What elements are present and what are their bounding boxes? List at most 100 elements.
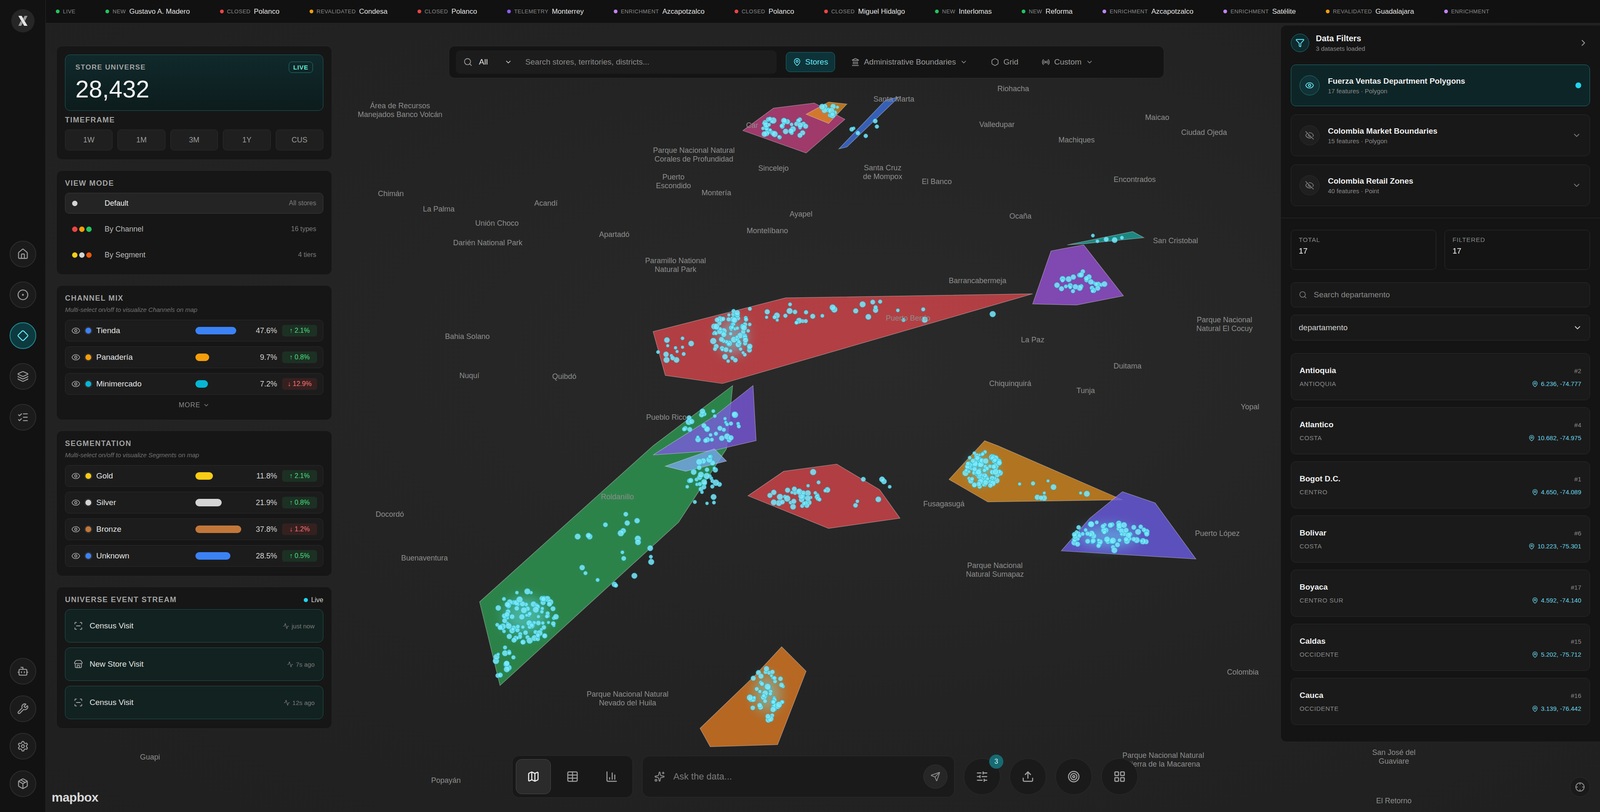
department-item[interactable]: Bolivar#6COSTA10.223, -75.301 [1290,515,1590,563]
visibility-toggle[interactable] [71,352,81,363]
view-button[interactable] [515,759,551,795]
visibility-toggle[interactable] [71,498,81,508]
visibility-toggle[interactable] [71,471,81,481]
region-polygon[interactable] [652,294,1033,385]
dataset-card[interactable]: Fuerza Ventas Department Polygons17 feat… [1290,64,1590,107]
ticker-item[interactable]: NEWInterlomas [935,7,992,16]
region-polygon[interactable] [700,647,807,748]
timeframe-button[interactable]: 1W [65,129,113,151]
visibility-toggle[interactable] [71,551,81,561]
nav-rail [0,0,46,812]
metric-row[interactable]: Bronze37.8%↓ 1.2% [65,518,324,541]
ticker-item[interactable]: CLOSEDPolanco [220,7,280,16]
region-polygon[interactable] [747,464,900,529]
department-item[interactable]: Bogot D.C.#1CENTRO4.650, -74.089 [1290,461,1590,509]
store-dot [503,666,510,673]
event-item[interactable]: New Store Visit7s ago [65,647,324,682]
region-polygon[interactable] [838,97,899,150]
target-button[interactable] [1055,758,1093,796]
store-dot [1084,276,1090,282]
visibility-toggle[interactable] [71,525,81,535]
channel-mix-title: CHANNEL MIX [65,294,324,303]
place-label: El Retorno [1376,797,1412,806]
ticker-item[interactable]: REVALIDATEDGuadalajara [1325,7,1415,16]
ticker-item[interactable]: ENRICHMENTAzcapotzalco [1102,7,1194,16]
legend-dot [72,200,78,207]
department-search-input[interactable] [1312,290,1583,300]
ticker-item[interactable]: ENRICHMENT [1444,8,1490,15]
layer-button[interactable]: Grid [983,52,1026,73]
ticker-item[interactable]: ENRICHMENTAzcapotzalco [613,7,705,16]
ticker-item[interactable]: CLOSEDMiguel Hidalgo [824,7,905,16]
metric-row[interactable]: Unknown28.5%↑ 0.5% [65,545,324,568]
region-polygon[interactable] [949,440,1123,503]
view-mode-option[interactable]: By Channel16 types [65,218,324,240]
share-bar [195,327,242,335]
send-button[interactable] [923,765,948,790]
layer-button[interactable]: Stores [785,52,836,73]
export-button[interactable] [1009,758,1047,796]
ticker-item[interactable]: ENRICHMENTSatélite [1223,7,1296,16]
event-item[interactable]: Census Visitjust now [65,609,324,643]
rail-button[interactable] [9,658,37,685]
region-polygon[interactable] [806,102,848,124]
rail-button[interactable] [9,733,37,760]
place-label: Santa Cruzde Mompox [862,163,903,182]
metric-row[interactable]: Tienda47.6%↑ 2.1% [65,320,324,342]
region-polygon[interactable] [742,102,845,153]
region-polygon[interactable] [1032,245,1124,306]
timeframe-button[interactable]: CUS [275,129,324,151]
view-mode-option[interactable]: By Segment4 tiers [65,244,324,266]
view-button[interactable] [594,759,630,795]
more-button[interactable]: MORE [175,400,213,411]
region-polygon[interactable] [1061,492,1196,560]
rail-button[interactable] [9,404,37,431]
rail-button[interactable] [9,770,37,798]
metric-row[interactable]: Minimercado7.2%↓ 12.9% [65,373,324,395]
department-item[interactable]: Boyaca#17CENTRO SUR4.592, -74.140 [1290,570,1590,618]
department-item[interactable]: Atlantico#4COSTA10.682, -74.975 [1290,407,1590,455]
layer-button[interactable]: Administrative Boundaries [844,52,975,73]
department-item[interactable]: Cauca#16OCCIDENTE3.139, -76.442 [1290,678,1590,726]
pin-icon [1531,705,1539,713]
layer-button[interactable]: Custom [1034,52,1100,73]
ticker-item[interactable]: CLOSEDPolanco [734,7,795,16]
ticker-item[interactable]: NEWGustavo A. Madero [105,7,190,16]
department-item[interactable]: Antioquia#2ANTIOQUIA6.236, -74.777 [1290,353,1590,401]
rail-button[interactable] [9,695,37,723]
locate-button[interactable] [1570,777,1590,798]
scope-select[interactable]: All [479,57,518,67]
ticker-item[interactable]: CLOSEDPolanco [417,7,478,16]
search-input[interactable] [524,57,770,68]
ticker-item[interactable]: REVALIDATEDCondesa [309,7,388,16]
event-item[interactable]: Census Visit12s ago [65,686,324,720]
eye-icon [71,498,81,508]
visibility-toggle[interactable] [71,326,81,336]
group-by-select[interactable]: departamento [1290,315,1590,341]
rail-button[interactable] [9,281,37,309]
timeframe-button[interactable]: 3M [170,129,218,151]
region-polygon[interactable] [1067,231,1145,245]
view-button[interactable] [555,759,590,795]
view-mode-option[interactable]: DefaultAll stores [65,192,324,214]
collapse-button[interactable] [1576,36,1590,50]
region-polygon[interactable] [665,449,727,472]
visibility-toggle[interactable] [71,379,81,389]
ticker-item[interactable]: TELEMETRYMonterrey [507,7,584,16]
dataset-card[interactable]: Colombia Retail Zones40 features · Point [1290,164,1590,207]
logo[interactable] [11,9,35,33]
ticker-item[interactable]: NEWReforma [1021,7,1073,16]
dataset-card[interactable]: Colombia Market Boundaries15 features · … [1290,114,1590,157]
apps-button[interactable] [1101,758,1138,796]
metric-row[interactable]: Gold11.8%↑ 2.1% [65,465,324,488]
ask-input[interactable] [672,771,916,783]
metric-row[interactable]: Silver21.9%↑ 0.8% [65,492,324,514]
filters-button[interactable]: 3 [963,758,1001,796]
timeframe-button[interactable]: 1M [117,129,165,151]
rail-button[interactable] [9,240,37,268]
rail-button[interactable] [9,322,37,350]
timeframe-button[interactable]: 1Y [222,129,271,151]
rail-button[interactable] [9,363,37,390]
department-item[interactable]: Caldas#15OCCIDENTE5.202, -75.712 [1290,624,1590,672]
metric-row[interactable]: Panadería9.7%↑ 0.8% [65,346,324,369]
